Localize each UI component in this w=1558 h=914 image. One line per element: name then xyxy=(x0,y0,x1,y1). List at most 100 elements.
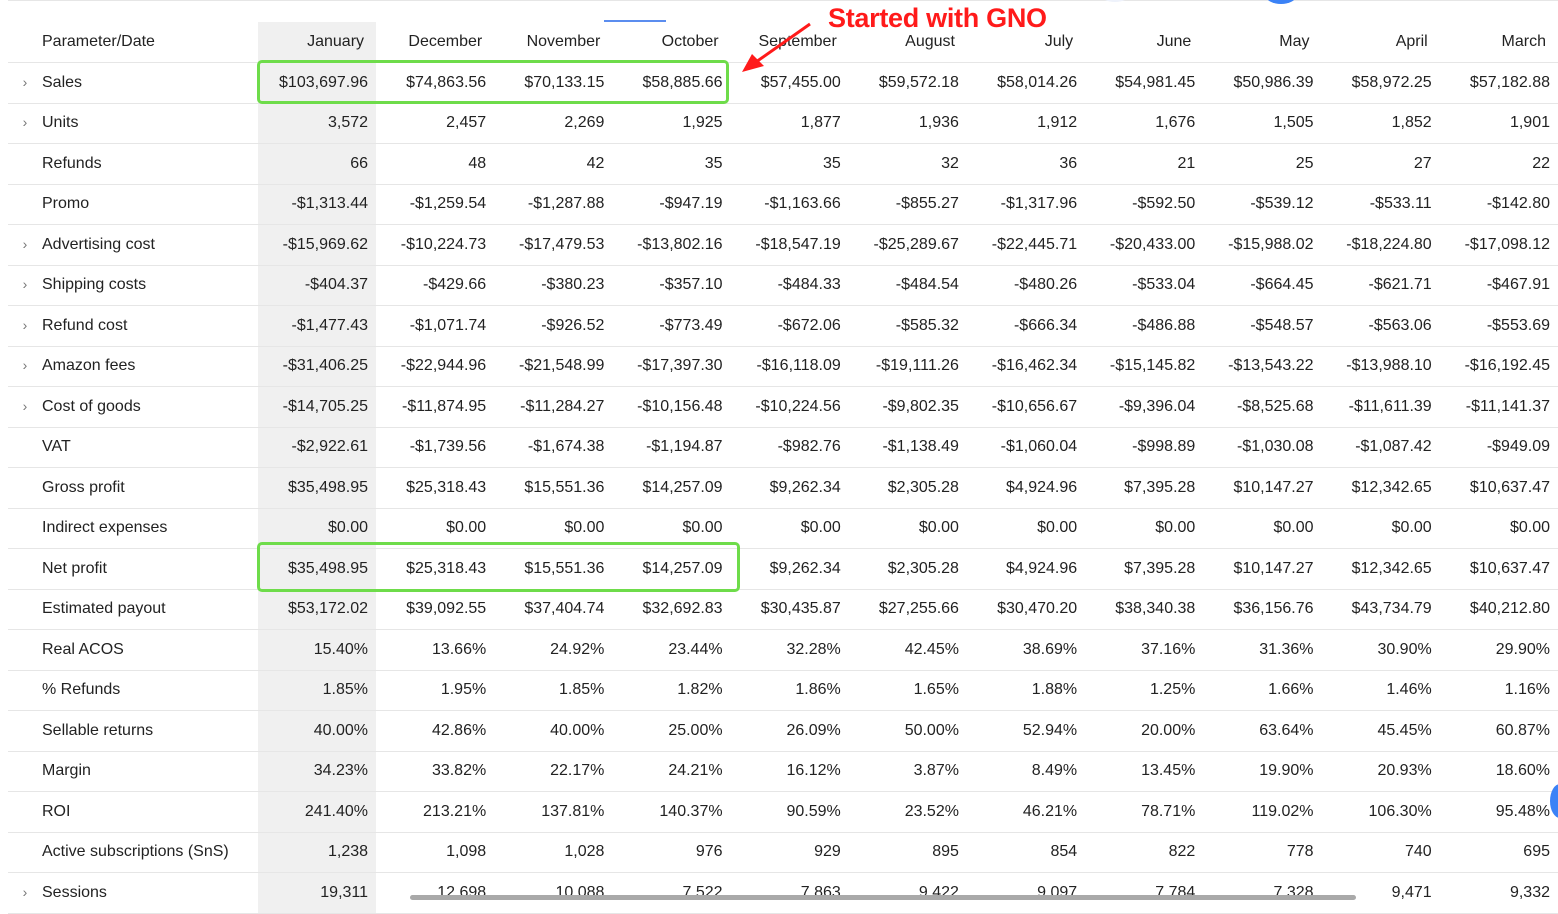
cell-value: 7,863 xyxy=(730,872,849,914)
cell-value: -$855.27 xyxy=(848,184,967,225)
cell-value: $0.00 xyxy=(1321,508,1440,549)
cell-value: 20.00% xyxy=(1085,710,1204,752)
table-row-vat: VAT -$2,922.61 -$1,739.56 -$1,674.38 -$1,194… xyxy=(8,427,1558,468)
cell-value: 213.21% xyxy=(376,791,495,833)
cell-value: 19.90% xyxy=(1203,751,1322,792)
horizontal-scrollbar[interactable] xyxy=(410,895,1356,900)
cell-value: $32,692.83 xyxy=(612,589,731,630)
cell-value: 22 xyxy=(1439,143,1558,185)
row-label: Refunds xyxy=(42,154,102,172)
cell-value: 32.28% xyxy=(730,629,849,671)
cell-value: 35 xyxy=(612,143,731,185)
row-label-cell[interactable]: › Advertising cost xyxy=(8,224,258,266)
cell-value: 16.12% xyxy=(730,751,849,792)
cell-value: -$949.09 xyxy=(1439,427,1558,468)
row-label-cell[interactable]: › Units xyxy=(8,103,258,144)
row-label: Sessions xyxy=(42,883,107,901)
table-row-promo: Promo -$1,313.44 -$1,259.54 -$1,287.88 -$947… xyxy=(8,184,1558,225)
table-row-advertising-cost[interactable]: › Advertising cost -$15,969.62 -$10,224.73-… xyxy=(8,224,1558,266)
row-label-cell[interactable]: › Sales xyxy=(8,62,258,104)
cell-value: -$585.32 xyxy=(848,305,967,347)
cell-value: 778 xyxy=(1203,832,1322,873)
cell-value: 929 xyxy=(730,832,849,873)
table-row-sessions[interactable]: › Sessions 19,311 12,698 10,088 7,522 7,863 9,4… xyxy=(8,872,1558,914)
cell-value: -$773.49 xyxy=(612,305,731,347)
cell-value: $10,637.47 xyxy=(1439,548,1558,590)
cell-value: 12,698 xyxy=(376,872,495,914)
chevron-right-icon[interactable]: › xyxy=(8,357,42,373)
chevron-right-icon[interactable]: › xyxy=(8,114,42,130)
month-header-may[interactable]: May xyxy=(1203,22,1322,63)
cell-value: -$1,030.08 xyxy=(1203,427,1322,468)
cell-value: 22.17% xyxy=(494,751,613,792)
cell-value: -$947.19 xyxy=(612,184,731,225)
month-header-november[interactable]: November xyxy=(494,22,613,63)
cell-value: -$9,802.35 xyxy=(848,386,967,428)
table-row-units[interactable]: › Units 3,572 2,457 2,269 1,925 1,877 1,936 1,91… xyxy=(8,103,1558,144)
cell-value: 10,088 xyxy=(494,872,613,914)
table-row-cost-of-goods[interactable]: › Cost of goods -$14,705.25 -$11,874.95 -$11… xyxy=(8,386,1558,428)
chevron-right-icon[interactable]: › xyxy=(8,74,42,90)
cell-value: 1.25% xyxy=(1085,670,1204,711)
month-header-june[interactable]: June xyxy=(1085,22,1204,63)
cell-value: $58,972.25 xyxy=(1321,62,1440,104)
row-label: Margin xyxy=(42,762,91,780)
row-label: Sales xyxy=(42,73,83,91)
row-label-cell[interactable]: › Cost of goods xyxy=(8,386,258,428)
cell-value: 15.40% xyxy=(257,629,377,671)
cell-value: -$533.11 xyxy=(1321,184,1440,225)
profit-table-container: Parameter/Date January December November Oc… xyxy=(8,22,1558,914)
cell-value: -$357.10 xyxy=(612,265,731,306)
cell-value: $9,262.34 xyxy=(730,548,849,590)
month-header-april[interactable]: April xyxy=(1321,22,1440,63)
row-label-cell[interactable]: › Shipping costs xyxy=(8,265,258,306)
cell-value: -$142.80 xyxy=(1439,184,1558,225)
row-label-cell: Indirect expenses xyxy=(8,508,258,549)
top-divider xyxy=(8,0,1558,1)
cell-value: -$10,656.67 xyxy=(966,386,1086,428)
cell-value: -$1,071.74 xyxy=(376,305,495,347)
cell-value: 63.64% xyxy=(1203,710,1322,752)
chevron-right-icon[interactable]: › xyxy=(8,317,42,333)
cell-value: -$486.88 xyxy=(1085,305,1204,347)
row-label: Estimated payout xyxy=(42,600,166,618)
cell-value: -$563.06 xyxy=(1321,305,1440,347)
row-label-cell: Net profit xyxy=(8,548,258,590)
cell-value: 7,328 xyxy=(1203,872,1322,914)
table-row-sales[interactable]: › Sales $103,697.96 $74,863.56 $70,133.15 $58… xyxy=(8,62,1558,104)
cell-value: 241.40% xyxy=(257,791,377,833)
row-label-cell[interactable]: › Refund cost xyxy=(8,305,258,347)
row-label-cell[interactable]: › Amazon fees xyxy=(8,346,258,387)
chevron-right-icon[interactable]: › xyxy=(8,276,42,292)
cell-value: -$20,433.00 xyxy=(1085,224,1204,266)
cell-value: 90.59% xyxy=(730,791,849,833)
table-row-refund-cost[interactable]: › Refund cost -$1,477.43 -$1,071.74 -$926.52… xyxy=(8,305,1558,347)
cell-value: -$539.12 xyxy=(1203,184,1322,225)
chevron-right-icon[interactable]: › xyxy=(8,884,42,900)
cell-value: -$15,988.02 xyxy=(1203,224,1322,266)
table-row-gross-profit: Gross profit $35,498.95 $25,318.43 $15,551.… xyxy=(8,467,1558,509)
row-label: Net profit xyxy=(42,559,107,577)
table-row-shipping-costs[interactable]: › Shipping costs -$404.37 -$429.66 -$380.23-… xyxy=(8,265,1558,306)
cell-value: -$1,138.49 xyxy=(848,427,967,468)
row-label-cell[interactable]: › Sessions xyxy=(8,872,258,914)
table-row-roi: ROI 241.40% 213.21% 137.81% 140.37% 90.59% 23.… xyxy=(8,791,1558,833)
cell-value: 9,471 xyxy=(1321,872,1440,914)
month-header-december[interactable]: December xyxy=(376,22,495,63)
chevron-right-icon[interactable]: › xyxy=(8,236,42,252)
chevron-right-icon[interactable]: › xyxy=(8,398,42,414)
cell-value: -$480.26 xyxy=(966,265,1086,306)
month-header-october[interactable]: October xyxy=(612,22,731,63)
cell-value: -$533.04 xyxy=(1085,265,1204,306)
month-header-march[interactable]: March xyxy=(1439,22,1558,63)
cell-value: -$17,397.30 xyxy=(612,346,731,387)
cell-value: $12,342.65 xyxy=(1321,467,1440,509)
cell-value: 119.02% xyxy=(1203,791,1322,833)
table-row-amazon-fees[interactable]: › Amazon fees -$31,406.25 -$22,944.96 -$21,5… xyxy=(8,346,1558,387)
top-toggle-partial[interactable] xyxy=(1266,0,1296,4)
month-header-january[interactable]: January xyxy=(257,22,377,63)
highlight-box-net-profit xyxy=(257,542,740,592)
cell-value: $0.00 xyxy=(1085,508,1204,549)
cell-value: 740 xyxy=(1321,832,1440,873)
cell-value: 42.86% xyxy=(376,710,495,752)
